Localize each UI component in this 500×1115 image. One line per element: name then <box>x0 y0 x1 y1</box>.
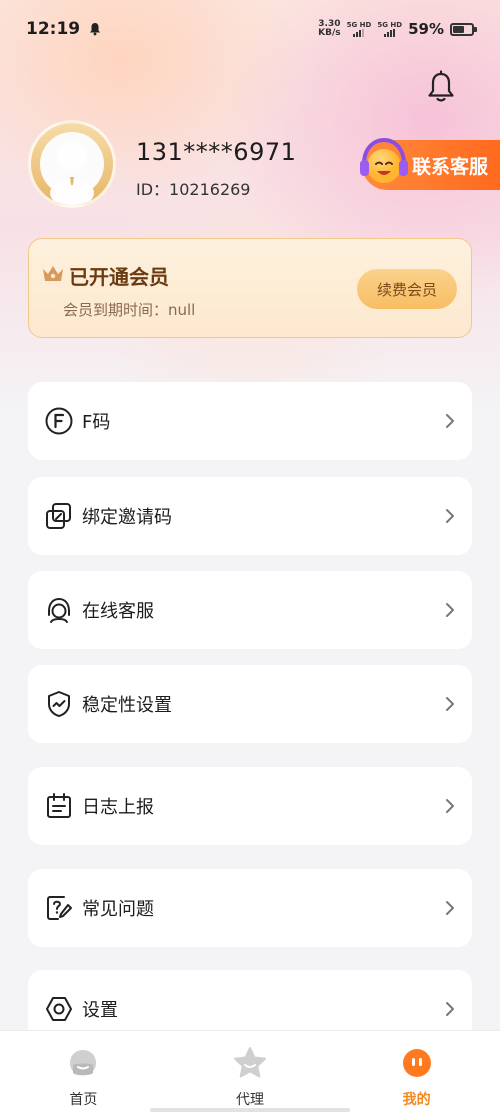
sim1-label: 5G HD <box>346 21 372 29</box>
tab-home[interactable]: 首页 <box>0 1031 167 1115</box>
menu-item-online-service[interactable]: 在线客服 <box>28 571 472 649</box>
chevron-right-icon <box>446 603 454 617</box>
sim2-signal: 5G HD <box>377 21 402 37</box>
headphone-mascot-icon <box>360 137 408 183</box>
menu-item-label: 日志上报 <box>82 797 154 818</box>
speed-unit: KB/s <box>318 28 341 38</box>
menu-item-label: 绑定邀请码 <box>82 507 172 528</box>
status-indicators: 3.30 KB/s 5G HD 5G HD 59% <box>318 20 477 38</box>
tab-mine-label: 我的 <box>402 1092 431 1108</box>
question-edit-icon <box>47 896 72 920</box>
contact-service-button[interactable]: 联系客服 <box>360 137 500 190</box>
mine-icon <box>402 1049 431 1077</box>
signal-bars-icon <box>384 29 396 37</box>
chevron-right-icon <box>446 1002 454 1016</box>
tab-mine[interactable]: 我的 <box>333 1031 500 1115</box>
user-phone: 131****6971 <box>136 138 297 166</box>
battery-percent: 59% <box>408 20 444 38</box>
f-code-icon <box>45 407 73 435</box>
headset-icon <box>48 597 70 623</box>
hexagon-settings-icon <box>46 997 72 1021</box>
vip-status-title: 已开通会员 <box>69 265 169 289</box>
sim1-signal: 5G HD <box>346 21 372 37</box>
calendar-log-icon <box>47 793 71 818</box>
star-agent-icon <box>234 1047 266 1078</box>
avatar[interactable] <box>28 120 116 208</box>
chevron-right-icon <box>446 509 454 523</box>
user-silhouette-icon <box>50 142 94 205</box>
tab-agent-label: 代理 <box>236 1092 264 1108</box>
shield-icon <box>48 691 70 717</box>
status-time: 12:19 <box>26 19 81 39</box>
chevron-right-icon <box>446 799 454 813</box>
signal-bars-icon <box>353 29 365 37</box>
menu-item-label: F码 <box>82 412 111 433</box>
home-icon <box>70 1050 97 1076</box>
chevron-right-icon <box>446 414 454 428</box>
menu-item-bind-invite[interactable]: 绑定邀请码 <box>28 477 472 555</box>
user-id: ID：10216269 <box>136 180 251 199</box>
menu-item-log-report[interactable]: 日志上报 <box>28 767 472 845</box>
bottom-tab-bar: 首页 代理 我的 <box>0 1030 500 1115</box>
vip-card: 已开通会员 会员到期时间：null 续费会员 <box>28 238 472 338</box>
network-speed: 3.30 KB/s <box>318 20 340 38</box>
menu-item-stability-settings[interactable]: 稳定性设置 <box>28 665 472 743</box>
tab-home-label: 首页 <box>69 1092 98 1108</box>
home-indicator <box>150 1108 350 1112</box>
status-bar: 12:19 3.30 KB/s 5G HD 5G HD 59% <box>0 0 500 58</box>
menu-item-label: 设置 <box>82 1000 118 1021</box>
menu-item-faq[interactable]: 常见问题 <box>28 869 472 947</box>
chevron-right-icon <box>446 697 454 711</box>
notification-bell-icon[interactable] <box>426 70 456 104</box>
renew-vip-button[interactable]: 续费会员 <box>357 269 457 309</box>
vip-expire-text: 会员到期时间：null <box>63 301 196 319</box>
chevron-right-icon <box>446 901 454 915</box>
battery-icon <box>450 22 477 36</box>
contact-service-label: 联系客服 <box>411 155 488 178</box>
menu-item-f-code[interactable]: F码 <box>28 382 472 460</box>
notification-bell-small-icon <box>90 23 101 36</box>
header-background <box>0 0 500 420</box>
copy-link-icon <box>46 503 71 529</box>
crown-icon <box>43 266 63 281</box>
battery-fill <box>453 25 464 33</box>
sim2-label: 5G HD <box>377 21 403 29</box>
menu-item-label: 在线客服 <box>82 601 154 622</box>
menu-item-label: 常见问题 <box>82 899 154 920</box>
tab-agent[interactable]: 代理 <box>167 1031 334 1115</box>
menu-item-label: 稳定性设置 <box>82 695 172 716</box>
